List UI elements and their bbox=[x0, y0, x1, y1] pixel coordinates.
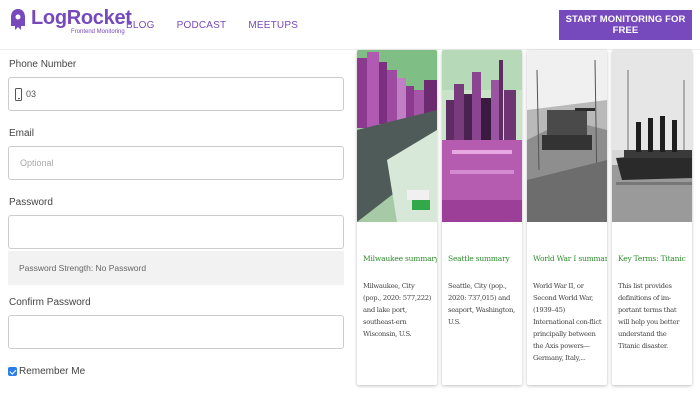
main-nav: BLOG PODCAST MEETUPS bbox=[126, 20, 298, 31]
remember-me-label: Remember Me bbox=[19, 366, 86, 377]
card-text: Seattle, City (pop., 2020: 737,015) and … bbox=[448, 282, 515, 326]
card-text: This list provides definitions of im-por… bbox=[618, 282, 680, 350]
card-title[interactable]: Key Terms: Titanic bbox=[618, 254, 686, 263]
nav-link-podcast[interactable]: PODCAST bbox=[177, 20, 227, 31]
phone-value: 03 bbox=[26, 89, 37, 99]
nav-link-meetups[interactable]: MEETUPS bbox=[248, 20, 298, 31]
logrocket-logo[interactable]: LogRocket Frontend Monitoring bbox=[8, 8, 132, 35]
card-title[interactable]: World War I summary bbox=[533, 254, 607, 263]
nav-link-blog[interactable]: BLOG bbox=[126, 20, 155, 31]
card-text: World War II, or Second World War, (1939… bbox=[533, 282, 602, 362]
start-monitoring-button[interactable]: START MONITORING FOR FREE bbox=[559, 10, 692, 40]
password-field[interactable] bbox=[8, 215, 344, 249]
card-title[interactable]: Seattle summary bbox=[448, 254, 510, 263]
password-label: Password bbox=[9, 197, 53, 208]
email-field[interactable]: Optional bbox=[8, 146, 344, 180]
tank-photo bbox=[527, 50, 607, 222]
article-card-world-war[interactable]: World War I summary World War II, or Sec… bbox=[527, 50, 607, 385]
article-card-milwaukee[interactable]: Milwaukee summary Milwaukee, City (pop.,… bbox=[357, 50, 437, 385]
rocket-logo-icon bbox=[11, 9, 25, 30]
card-title[interactable]: Milwaukee summary bbox=[363, 254, 437, 263]
phone-field[interactable]: 03 bbox=[8, 77, 344, 111]
article-card-titanic[interactable]: Key Terms: Titanic This list provides de… bbox=[612, 50, 692, 385]
titanic-photo bbox=[612, 50, 692, 222]
confirm-password-label: Confirm Password bbox=[9, 297, 91, 308]
article-card-seattle[interactable]: Seattle summary Seattle, City (pop., 202… bbox=[442, 50, 522, 385]
confirm-password-field[interactable] bbox=[8, 315, 344, 349]
phone-icon bbox=[15, 87, 22, 101]
remember-me-checkbox[interactable] bbox=[8, 367, 17, 376]
brand-name: LogRocket bbox=[31, 7, 132, 29]
seattle-photo bbox=[442, 50, 522, 222]
email-placeholder: Optional bbox=[20, 158, 54, 168]
phone-label: Phone Number bbox=[9, 59, 77, 70]
card-text: Milwaukee, City (pop., 2020: 577,222) an… bbox=[363, 282, 432, 338]
top-nav-bar: LogRocket Frontend Monitoring BLOG PODCA… bbox=[0, 0, 700, 50]
email-label: Email bbox=[9, 128, 35, 139]
remember-me-option[interactable]: Remember Me bbox=[8, 366, 85, 377]
password-strength-indicator: Password Strength: No Password bbox=[8, 251, 344, 285]
milwaukee-photo bbox=[357, 50, 437, 222]
brand-tagline: Frontend Monitoring bbox=[71, 29, 125, 35]
